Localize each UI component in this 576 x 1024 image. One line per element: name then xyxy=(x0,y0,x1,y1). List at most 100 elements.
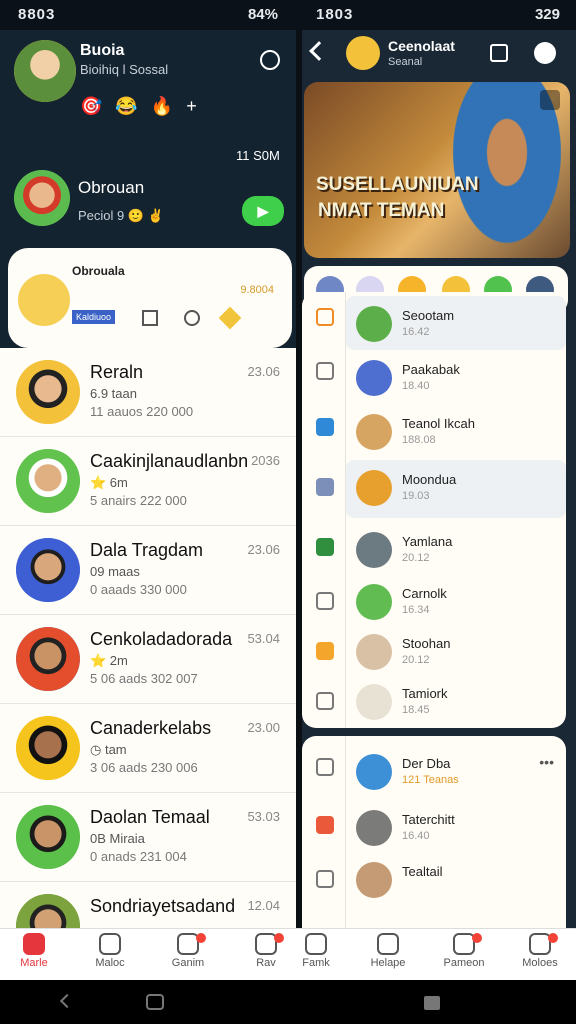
home-button-icon[interactable] xyxy=(146,994,164,1010)
notification-badge xyxy=(274,933,284,943)
back-icon[interactable] xyxy=(59,993,75,1009)
status-time-right: 1803 xyxy=(316,6,354,23)
contact-time: 121 Teanas xyxy=(402,774,459,786)
highlight-card[interactable]: Obrouala 9.8004 Kaldiuoo xyxy=(8,248,292,348)
contact-avatar xyxy=(356,684,392,720)
contact-time: 16.34 xyxy=(402,604,430,616)
profile2-subtitle: Peciol 9 🙂 ✌ xyxy=(78,208,164,223)
star-icon[interactable] xyxy=(218,306,242,330)
play-button[interactable]: ▶ xyxy=(242,196,284,226)
user-icon[interactable] xyxy=(316,870,334,888)
profile-avatar[interactable] xyxy=(14,40,76,102)
battery-right: 329 xyxy=(534,6,560,23)
contact-avatar xyxy=(356,754,392,790)
right-header-name: Ceenolaat xyxy=(388,38,455,54)
nav-item-2[interactable]: Maloc xyxy=(80,933,140,969)
chat-list: Reraln 6.9 taan 11 aauos 220 000 23.06 C… xyxy=(0,348,296,930)
nav-item-5[interactable]: Famk xyxy=(286,933,346,969)
chat-sub1: ◷ tam xyxy=(90,742,127,757)
chat-name: Cenkoladadorada xyxy=(90,629,233,649)
nav-item-6[interactable]: Helape xyxy=(358,933,418,969)
contact-avatar xyxy=(356,862,392,898)
contact-item[interactable]: Paakabak 18.40 xyxy=(346,350,566,404)
back-arrow-icon[interactable] xyxy=(309,41,329,61)
chat-time: 53.03 xyxy=(247,809,280,824)
contact-item[interactable]: Moondua 19.03 xyxy=(346,460,566,518)
contact-item[interactable]: Der Dba 121 Teanas xyxy=(346,744,566,798)
contact-item[interactable]: Yamlana 20.12 xyxy=(346,522,566,576)
right-header: Ceenolaat Seanal xyxy=(302,30,576,80)
chat-item-3[interactable]: Cenkoladadorada ⭐ 2m 5 06 aads 302 007 5… xyxy=(0,615,296,704)
tag-icon[interactable] xyxy=(316,362,334,380)
pin-icon[interactable] xyxy=(316,418,334,436)
contact-item[interactable]: Tealtail xyxy=(346,852,566,906)
nav-label: Moloes xyxy=(522,957,558,969)
contact-time: 16.42 xyxy=(402,326,430,338)
chat-sub2: 11 aauos 220 000 xyxy=(90,404,194,419)
profile2-avatar[interactable] xyxy=(14,170,70,226)
cloud-icon[interactable] xyxy=(316,592,334,610)
contact-item[interactable]: Stoohan 20.12 xyxy=(346,624,566,678)
contact-time: 16.40 xyxy=(402,830,430,842)
folder-icon[interactable] xyxy=(316,642,334,660)
video-expand-icon[interactable] xyxy=(540,90,560,110)
profile-emoji-row: 🎯 😂 🔥 + xyxy=(80,96,201,116)
highlight-title: Obrouala xyxy=(72,264,125,278)
video-title-1: SUSELLAUNIUAN xyxy=(316,174,479,195)
contact-item[interactable]: Tamiork 18.45 xyxy=(346,674,566,728)
search-nav-icon xyxy=(305,933,327,955)
chat-sub2: 5 06 aads 302 007 xyxy=(90,671,198,686)
chat-time: 12.04 xyxy=(247,898,280,913)
contact-avatar xyxy=(356,470,392,506)
home-nav-icon xyxy=(23,933,45,955)
nav-item-home[interactable]: Marle xyxy=(4,933,64,969)
chat-time: 23.00 xyxy=(247,720,280,735)
square-outline-icon[interactable] xyxy=(316,758,334,776)
bag-icon xyxy=(99,933,121,955)
chat-name: Daolan Temaal xyxy=(90,807,210,827)
chat-item-0[interactable]: Reraln 6.9 taan 11 aauos 220 000 23.06 xyxy=(0,348,296,437)
recents-icon[interactable] xyxy=(424,996,440,1010)
right-header-avatar[interactable] xyxy=(346,36,380,70)
chat-item-6[interactable]: Sondriayetsadand 12.04 xyxy=(0,882,296,930)
chat-name: Caakinjlanaudlanbn , xyxy=(90,451,250,471)
chat-item-1[interactable]: Caakinjlanaudlanbn , ⭐ 6m 5 anairs 222 0… xyxy=(0,437,296,526)
search-small-icon[interactable] xyxy=(184,310,200,326)
contact-time: 20.12 xyxy=(402,654,430,666)
home-icon[interactable] xyxy=(316,308,334,326)
chat-item-5[interactable]: Daolan Temaal 0B Miraia 0 anads 231 004 … xyxy=(0,793,296,882)
nav-item-7[interactable]: Pameon xyxy=(434,933,494,969)
contact-item[interactable]: Taterchitt 16.40 xyxy=(346,800,566,854)
contact-item[interactable]: Seootam 16.42 xyxy=(346,296,566,350)
profile-card[interactable]: Buoia Bioihiq l Sossal 🎯 😂 🔥 + 11 S0M xyxy=(0,30,296,163)
contact-time: 18.40 xyxy=(402,380,430,392)
book-icon[interactable] xyxy=(142,310,158,326)
contact-item[interactable]: Teanol Ikcah 188.08 xyxy=(346,404,566,458)
nav-item-8[interactable]: Moloes xyxy=(510,933,570,969)
flower-icon[interactable] xyxy=(316,816,334,834)
contacts-card-2: ••• Der Dba 121 Teanas Taterchitt 16.40 … xyxy=(302,736,566,930)
nav-item-3[interactable]: Ganim xyxy=(158,933,218,969)
contact-item[interactable]: Carnolk 16.34 xyxy=(346,574,566,628)
edit-icon[interactable] xyxy=(316,692,334,710)
chat-sub1: ⭐ 2m xyxy=(90,653,128,668)
contact-name: Der Dba xyxy=(402,756,451,771)
highlight-count: 9.8004 xyxy=(240,284,274,296)
contacts-sidebar xyxy=(302,292,346,728)
chat-avatar xyxy=(16,805,80,869)
search-icon[interactable] xyxy=(260,50,280,70)
contacts-sidebar-2 xyxy=(302,736,346,930)
smile-emoji-icon xyxy=(18,274,70,326)
contact-avatar xyxy=(356,584,392,620)
square-icon[interactable] xyxy=(490,44,508,62)
chat-item-2[interactable]: Dala Tragdam 09 maas 0 aaads 330 000 23.… xyxy=(0,526,296,615)
house-icon[interactable] xyxy=(316,538,334,556)
chat-sub2: 5 anairs 222 000 xyxy=(90,493,187,508)
video-title-2: NMAT TEMAN xyxy=(318,200,445,221)
video-card[interactable]: SUSELLAUNIUAN NMAT TEMAN xyxy=(304,82,570,258)
chat-item-4[interactable]: Canaderkelabs ◷ tam 3 06 aads 230 006 23… xyxy=(0,704,296,793)
star-outline-icon[interactable] xyxy=(316,478,334,496)
contact-name: Seootam xyxy=(402,308,455,323)
contact-time: 19.03 xyxy=(402,490,430,502)
settings-icon[interactable] xyxy=(534,42,556,64)
